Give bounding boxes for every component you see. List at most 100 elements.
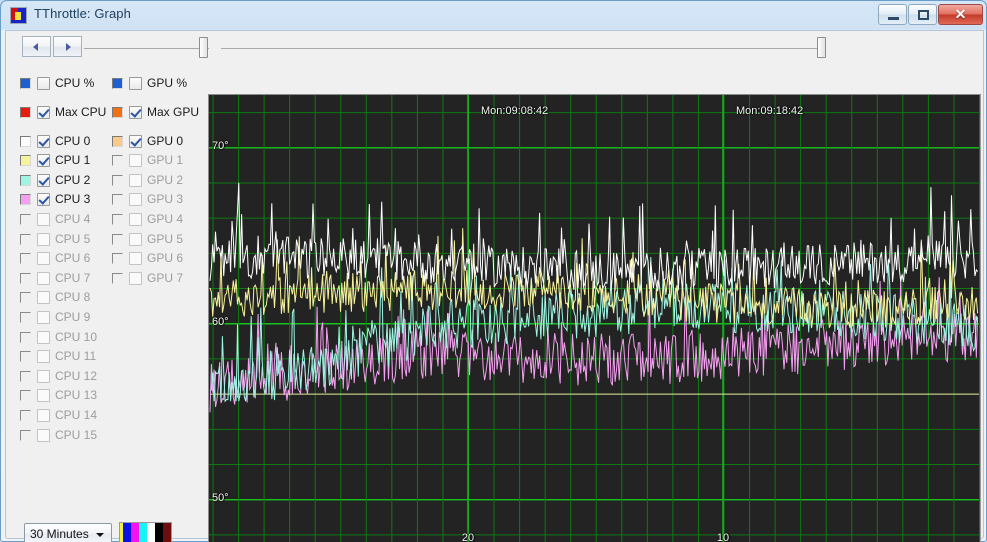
checkbox-gpu-3	[129, 193, 142, 207]
sensor-row-gpu-6: GPU 6	[112, 251, 183, 267]
window-buttons: ✕	[878, 4, 983, 26]
sensor-row-cpu-[interactable]: CPU %	[20, 75, 94, 91]
sensor-row-cpu-14: CPU 14	[20, 407, 97, 423]
sensor-row-cpu-8: CPU 8	[20, 290, 90, 306]
sensor-label: CPU 8	[55, 290, 91, 305]
sensor-label: GPU 0	[147, 133, 184, 148]
sensor-label: GPU 4	[147, 211, 184, 226]
sensor-row-gpu-[interactable]: GPU %	[112, 75, 187, 91]
previous-button[interactable]	[22, 36, 51, 57]
color-swatch-icon	[20, 429, 31, 441]
color-swatch-icon	[112, 174, 123, 186]
checkbox-cpu-9	[37, 310, 50, 324]
next-button[interactable]	[53, 36, 82, 57]
zoom-slider-thumb[interactable]	[199, 37, 208, 58]
arrow-right-icon	[65, 42, 71, 51]
checkbox-cpu-13	[37, 389, 50, 403]
y-axis-label: 70°	[212, 139, 229, 152]
nav-buttons	[22, 36, 82, 57]
checkbox-max-gpu[interactable]	[129, 105, 142, 119]
color-swatch-icon	[112, 106, 123, 118]
sensor-label: GPU 2	[147, 172, 184, 187]
sensor-row-max-cpu[interactable]: Max CPU	[20, 104, 106, 120]
zoom-slider-track	[84, 48, 209, 49]
window-frame: TThrottle: Graph ✕ CPU % Max CPU CPU 0 C…	[0, 0, 987, 542]
scroll-slider[interactable]	[221, 37, 826, 58]
palette-swatch[interactable]	[154, 523, 163, 542]
sensor-label: CPU 9	[55, 309, 91, 324]
sensor-row-cpu-12: CPU 12	[20, 368, 97, 384]
color-swatch-icon	[20, 135, 31, 147]
sensor-row-cpu-15: CPU 15	[20, 427, 97, 443]
sensor-label: CPU 11	[55, 349, 97, 364]
sensor-row-cpu-3[interactable]: CPU 3	[20, 192, 90, 208]
color-swatch-icon	[20, 390, 31, 402]
color-swatch-icon	[112, 253, 123, 265]
palette-swatch[interactable]	[122, 523, 131, 542]
sensor-row-cpu-1[interactable]: CPU 1	[20, 153, 90, 169]
sensor-row-cpu-2[interactable]: CPU 2	[20, 172, 90, 188]
minimize-button[interactable]	[878, 4, 907, 25]
x-axis-label: 10	[716, 532, 730, 542]
checkbox-cpu-[interactable]	[37, 76, 50, 90]
tthrottle-app-icon	[10, 7, 27, 24]
color-swatch-icon	[20, 174, 31, 186]
minimize-icon	[888, 17, 899, 20]
sensor-label: CPU 10	[55, 329, 98, 344]
sensor-row-gpu-7: GPU 7	[112, 270, 183, 286]
zoom-slider[interactable]	[84, 37, 209, 58]
checkbox-cpu-14	[37, 408, 50, 422]
sensor-label: GPU 6	[147, 251, 184, 266]
sensor-label: CPU 13	[55, 388, 98, 403]
sensor-label: CPU 4	[55, 211, 91, 226]
checkbox-cpu-15	[37, 428, 50, 442]
sensor-label: GPU 3	[147, 192, 184, 207]
sensor-panel: CPU % Max CPU CPU 0 CPU 1 CPU 2 CPU 3 CPU 4 CPU…	[6, 67, 209, 542]
color-swatch-icon	[20, 351, 31, 363]
color-swatch-icon	[112, 135, 123, 147]
checkbox-cpu-0[interactable]	[37, 134, 50, 148]
checkbox-gpu-0[interactable]	[129, 134, 142, 148]
color-swatch-icon	[20, 106, 31, 118]
palette-swatch[interactable]	[162, 523, 171, 542]
checkbox-cpu-3[interactable]	[37, 193, 50, 207]
palette-swatch[interactable]	[130, 523, 139, 542]
checkbox-cpu-1[interactable]	[37, 154, 50, 168]
color-swatch-icon	[20, 213, 31, 225]
palette-swatch[interactable]	[138, 523, 147, 542]
sensor-row-gpu-0[interactable]: GPU 0	[112, 133, 183, 149]
x-axis-label: 20	[461, 532, 475, 542]
sensor-row-max-gpu[interactable]: Max GPU	[112, 104, 199, 120]
checkbox-gpu-6	[129, 252, 142, 266]
checkbox-max-cpu[interactable]	[37, 105, 50, 119]
title-bar[interactable]: TThrottle: Graph ✕	[1, 1, 987, 30]
temperature-graph[interactable]: 70° 60° 50° 20 10 Mon:09:08:42 Mon:09:18:42	[208, 94, 981, 542]
color-swatch-icon	[112, 194, 123, 206]
checkbox-gpu-[interactable]	[129, 76, 142, 90]
close-icon: ✕	[954, 6, 967, 22]
color-swatch-icon	[20, 331, 31, 343]
color-palette[interactable]	[119, 522, 172, 542]
maximize-button[interactable]	[908, 4, 937, 25]
window-title: TThrottle: Graph	[34, 6, 131, 21]
checkbox-cpu-2[interactable]	[37, 173, 50, 187]
color-swatch-icon	[112, 233, 123, 245]
app-root: TThrottle: Graph ✕ CPU % Max CPU CPU 0 C…	[0, 0, 987, 542]
sensor-label: CPU 1	[55, 153, 91, 168]
scroll-slider-track	[221, 48, 826, 49]
palette-swatch[interactable]	[146, 523, 155, 542]
sensor-label: CPU 7	[55, 270, 91, 285]
sensor-label: CPU 0	[55, 133, 91, 148]
close-button[interactable]: ✕	[938, 4, 983, 25]
scroll-slider-thumb[interactable]	[817, 37, 826, 58]
sensor-label: CPU 2	[55, 172, 91, 187]
sensor-label: CPU 15	[55, 427, 98, 442]
color-swatch-icon	[112, 272, 123, 284]
checkbox-gpu-1	[129, 154, 142, 168]
duration-select[interactable]: 30 Minutes	[24, 523, 112, 542]
sensor-row-cpu-10: CPU 10	[20, 329, 97, 345]
duration-select-value: 30 Minutes	[30, 526, 89, 541]
sensor-row-cpu-0[interactable]: CPU 0	[20, 133, 90, 149]
sensor-label: GPU 5	[147, 231, 184, 246]
maximize-icon	[918, 10, 929, 20]
